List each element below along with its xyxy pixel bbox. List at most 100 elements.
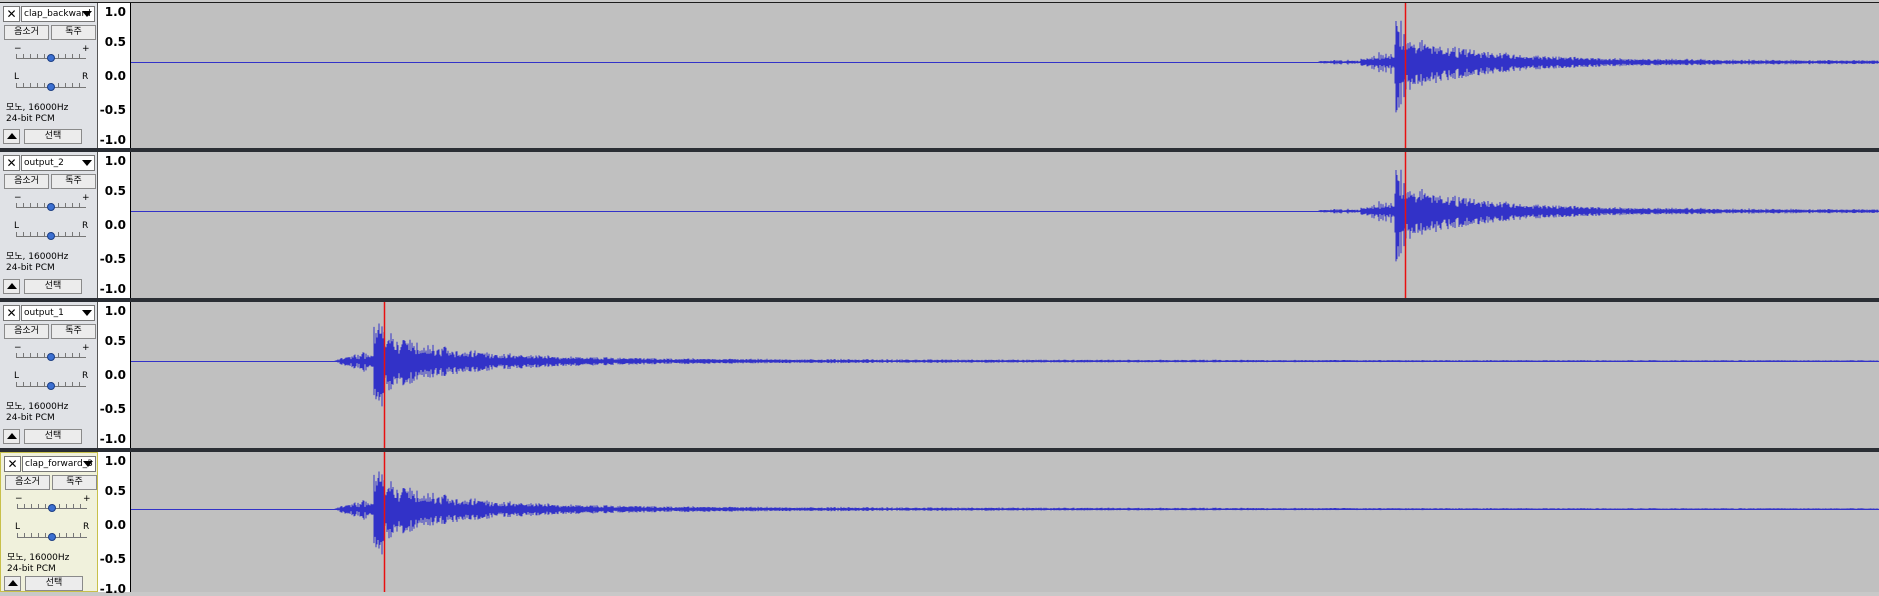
ruler-tick: 0.5 [104,35,126,49]
track-format-rate: 모노, 16000Hz [6,402,69,412]
mute-button[interactable]: 음소거 [4,324,49,339]
waveform-path [334,323,1879,407]
track-name: output_1 [24,308,64,318]
solo-button[interactable]: 독주 [52,475,97,490]
gain-minus-label: − [15,494,23,504]
select-track-button[interactable]: 선택 [24,279,82,294]
solo-button[interactable]: 독주 [51,174,96,189]
waveform-graphic [131,3,1879,148]
gain-slider-knob[interactable] [47,353,55,361]
ruler-tick: -1.0 [99,582,126,596]
pan-right-label: R [82,72,89,82]
track-format-rate: 모노, 16000Hz [6,103,69,113]
gain-slider[interactable] [16,353,86,361]
waveform-graphic [131,452,1879,592]
gain-plus-label: + [82,343,90,353]
pan-slider[interactable] [16,232,86,240]
track-control-panel[interactable]: ✕ output_1 음소거 독주 − + L R 모노, 16000Hz 24… [0,302,98,448]
waveform-graphic [131,152,1879,298]
pan-slider[interactable] [16,382,86,390]
track-name-menu-button[interactable]: output_2 [21,155,95,171]
track-control-panel[interactable]: ✕ clap_backward 음소거 독주 − + L R 모노, 16000… [0,3,98,148]
amplitude-ruler: 1.0 0.5 0.0 -0.5 -1.0 [98,3,131,148]
gain-slider-knob[interactable] [47,54,55,62]
mute-button[interactable]: 음소거 [4,25,49,40]
close-icon[interactable]: ✕ [3,155,20,171]
waveform-area[interactable] [131,452,1879,592]
waveform-area[interactable] [131,302,1879,448]
gain-slider[interactable] [17,504,87,512]
gain-slider-knob[interactable] [47,203,55,211]
ruler-tick: 0.0 [104,218,126,232]
track-format-bits: 24-bit PCM [6,413,55,423]
waveform-area[interactable] [131,3,1879,148]
pan-right-label: R [82,221,89,231]
solo-button[interactable]: 독주 [51,324,96,339]
gain-minus-label: − [14,193,22,203]
ruler-tick: 1.0 [104,454,126,468]
waveform-path [1318,169,1879,262]
track-output-1: ✕ output_1 음소거 독주 − + L R 모노, 16000Hz 24… [0,302,1879,448]
mute-button[interactable]: 음소거 [4,174,49,189]
collapse-track-button[interactable] [3,279,20,294]
amplitude-ruler: 1.0 0.5 0.0 -0.5 -1.0 [98,452,131,596]
gain-plus-label: + [82,193,90,203]
ruler-tick: -0.5 [99,252,126,266]
waveform-graphic [131,302,1879,448]
track-clap-backward: ✕ clap_backward 음소거 독주 − + L R 모노, 16000… [0,2,1879,148]
gain-slider[interactable] [16,54,86,62]
ruler-tick: -0.5 [99,402,126,416]
close-icon[interactable]: ✕ [3,305,20,321]
gain-slider-knob[interactable] [48,504,56,512]
track-clap-forward-3: ✕ clap_forward_3 음소거 독주 − + L R 모노, 1600… [0,452,1879,596]
ruler-tick: 0.5 [104,334,126,348]
amplitude-ruler: 1.0 0.5 0.0 -0.5 -1.0 [98,152,131,298]
pan-slider-knob[interactable] [47,83,55,91]
pan-slider-knob[interactable] [47,382,55,390]
close-icon[interactable]: ✕ [4,456,21,472]
ruler-tick: 1.0 [104,5,126,19]
track-format-rate: 모노, 16000Hz [7,553,70,563]
chevron-down-icon [83,461,93,467]
track-area: ✕ clap_backward 음소거 독주 − + L R 모노, 16000… [0,0,1879,596]
solo-button[interactable]: 독주 [51,25,96,40]
track-name-menu-button[interactable]: clap_backward [21,6,95,22]
close-icon[interactable]: ✕ [3,6,20,22]
chevron-down-icon [82,160,92,166]
track-name: output_2 [24,158,64,168]
gain-slider[interactable] [16,203,86,211]
select-track-button[interactable]: 선택 [25,576,83,591]
select-track-button[interactable]: 선택 [24,429,82,444]
gain-minus-label: − [14,343,22,353]
gain-minus-label: − [14,44,22,54]
gain-plus-label: + [83,494,91,504]
pan-left-label: L [14,221,20,231]
waveform-area[interactable] [131,152,1879,298]
waveform-path [1318,20,1879,113]
collapse-track-button[interactable] [3,429,20,444]
track-format-rate: 모노, 16000Hz [6,252,69,262]
track-format-bits: 24-bit PCM [6,263,55,273]
ruler-tick: -0.5 [99,552,126,566]
track-name-menu-button[interactable]: output_1 [21,305,95,321]
track-control-panel[interactable]: ✕ clap_forward_3 음소거 독주 − + L R 모노, 1600… [0,452,98,592]
ruler-tick: 0.0 [104,368,126,382]
pan-slider-knob[interactable] [47,232,55,240]
mute-button[interactable]: 음소거 [5,475,50,490]
track-name-menu-button[interactable]: clap_forward_3 [22,456,96,472]
pan-left-label: L [14,72,20,82]
collapse-track-button[interactable] [3,129,20,144]
pan-slider[interactable] [16,83,86,91]
ruler-tick: 0.5 [104,184,126,198]
collapse-track-button[interactable] [4,576,21,591]
select-track-button[interactable]: 선택 [24,129,82,144]
ruler-tick: 1.0 [104,154,126,168]
gain-plus-label: + [82,44,90,54]
pan-slider[interactable] [17,533,87,541]
chevron-down-icon [82,11,92,17]
track-control-panel[interactable]: ✕ output_2 음소거 독주 − + L R 모노, 16000Hz 24… [0,152,98,298]
pan-slider-knob[interactable] [48,533,56,541]
track-format-bits: 24-bit PCM [7,564,56,574]
ruler-tick: 0.5 [104,484,126,498]
track-output-2: ✕ output_2 음소거 독주 − + L R 모노, 16000Hz 24… [0,152,1879,298]
